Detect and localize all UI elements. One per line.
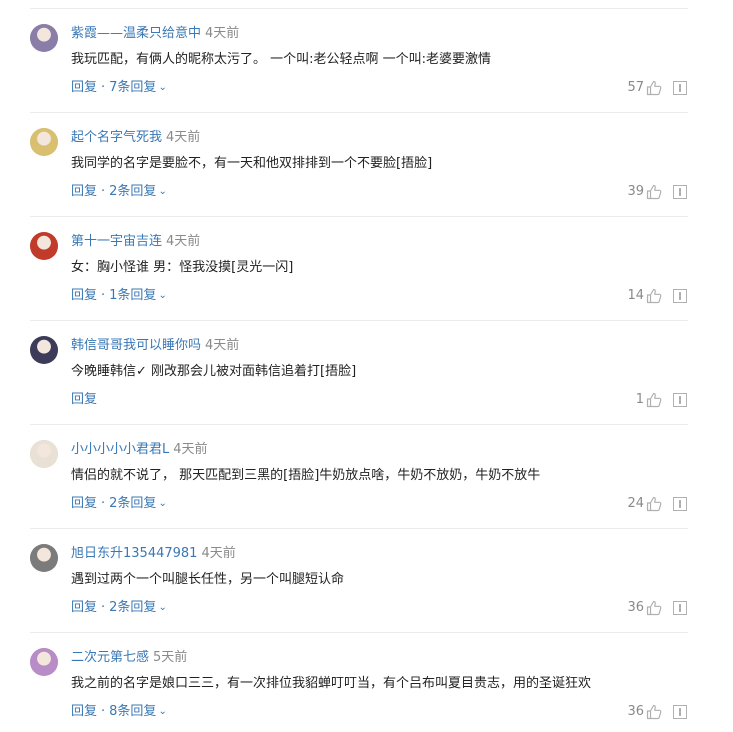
expand-replies-button[interactable]: 1条回复 ⌄ (109, 288, 167, 303)
chevron-down-icon: ⌄ (158, 186, 167, 197)
avatar-image (30, 128, 58, 156)
comment-text: 女：胸小怪谁 男：怪我没摸[灵光一闪] (71, 260, 294, 275)
chevron-down-icon: ⌄ (158, 706, 167, 717)
comment-item: 第十一宇宙吉连 4天前 女：胸小怪谁 男：怪我没摸[灵光一闪] 回复 · 1条回复 ⌄ … (0, 217, 733, 321)
reply-button[interactable]: 回复 (71, 600, 97, 615)
timestamp: 4天前 (205, 338, 240, 353)
reply-button[interactable]: 回复 (71, 392, 97, 407)
thumbs-up-icon[interactable] (646, 80, 662, 96)
timestamp: 4天前 (201, 546, 236, 561)
comment-item: 旭日东升135447981 4天前 遇到过两个一个叫腿长任性，另一个叫腿短认命 回… (0, 529, 733, 633)
comment-list: 紫霞——温柔只给意中 4天前 我玩匹配，有俩人的昵称太污了。 一个叫:老公轻点啊 … (0, 0, 733, 732)
separator-dot: · (101, 600, 106, 615)
separator-dot: · (101, 80, 106, 95)
thumbs-up-icon[interactable] (646, 392, 662, 408)
like-count: 36 (627, 600, 644, 615)
comment-item: 小小小小小君君L 4天前 情侣的就不说了， 那天匹配到三黑的[捂脸]牛奶放点啥，牛… (0, 425, 733, 529)
comment-text: 遇到过两个一个叫腿长任性，另一个叫腿短认命 (71, 572, 345, 587)
reply-button[interactable]: 回复 (71, 288, 97, 303)
avatar-image (30, 232, 58, 260)
timestamp: 4天前 (166, 234, 201, 249)
reply-button[interactable]: 回复 (71, 496, 97, 511)
username[interactable]: 紫霞——温柔只给意中 (71, 26, 201, 41)
chevron-down-icon: ⌄ (158, 290, 167, 301)
reply-button[interactable]: 回复 (71, 704, 97, 719)
username[interactable]: 起个名字气死我 (71, 130, 162, 145)
comment-text: 情侣的就不说了， 那天匹配到三黑的[捂脸]牛奶放点啥，牛奶不放奶，牛奶不放牛 (71, 468, 541, 483)
comment-text: 我之前的名字是娘口三三，有一次排位我貂蝉叮叮当，有个吕布叫夏目贵志，用的圣诞狂欢 (71, 676, 592, 691)
avatar[interactable] (30, 544, 58, 572)
report-icon[interactable] (673, 185, 687, 199)
report-icon[interactable] (673, 289, 687, 303)
comment-text: 我同学的名字是要脸不，有一天和他双排排到一个不要脸[捂脸] (71, 156, 433, 171)
expand-replies-button[interactable]: 2条回复 ⌄ (109, 184, 167, 199)
avatar-image (30, 648, 58, 676)
report-icon[interactable] (673, 393, 687, 407)
avatar[interactable] (30, 24, 58, 52)
like-count: 57 (627, 80, 644, 95)
avatar-image (30, 336, 58, 364)
comment-text: 我玩匹配，有俩人的昵称太污了。 一个叫:老公轻点啊 一个叫:老婆要激情 (71, 52, 492, 67)
reply-button[interactable]: 回复 (71, 184, 97, 199)
separator-dot: · (101, 496, 106, 511)
report-icon[interactable] (673, 497, 687, 511)
username[interactable]: 二次元第七感 (71, 650, 149, 665)
expand-replies-label: 2条回复 (109, 600, 157, 615)
comment-item: 二次元第七感 5天前 我之前的名字是娘口三三，有一次排位我貂蝉叮叮当，有个吕布叫夏… (0, 633, 733, 732)
expand-replies-label: 1条回复 (109, 288, 157, 303)
like-count: 1 (635, 392, 644, 407)
username[interactable]: 旭日东升135447981 (71, 546, 197, 561)
avatar-image (30, 544, 58, 572)
like-count: 14 (627, 288, 644, 303)
expand-replies-button[interactable]: 2条回复 ⌄ (109, 600, 167, 615)
avatar[interactable] (30, 648, 58, 676)
expand-replies-label: 2条回复 (109, 184, 157, 199)
timestamp: 4天前 (205, 26, 240, 41)
like-count: 39 (627, 184, 644, 199)
comment-text: 今晚睡韩信✓ 刚改那会儿被对面韩信追着打[捂脸] (71, 364, 357, 379)
expand-replies-button[interactable]: 7条回复 ⌄ (109, 80, 167, 95)
timestamp: 4天前 (173, 442, 208, 457)
timestamp: 4天前 (166, 130, 201, 145)
username[interactable]: 第十一宇宙吉连 (71, 234, 162, 249)
thumbs-up-icon[interactable] (646, 184, 662, 200)
reply-button[interactable]: 回复 (71, 80, 97, 95)
report-icon[interactable] (673, 81, 687, 95)
expand-replies-button[interactable]: 2条回复 ⌄ (109, 496, 167, 511)
separator-dot: · (101, 704, 106, 719)
avatar-image (30, 24, 58, 52)
thumbs-up-icon[interactable] (646, 704, 662, 720)
avatar[interactable] (30, 128, 58, 156)
separator-dot: · (101, 184, 106, 199)
expand-replies-button[interactable]: 8条回复 ⌄ (109, 704, 167, 719)
avatar[interactable] (30, 232, 58, 260)
timestamp: 5天前 (153, 650, 188, 665)
chevron-down-icon: ⌄ (158, 82, 167, 93)
username[interactable]: 韩信哥哥我可以睡你吗 (71, 338, 201, 353)
separator-dot: · (101, 288, 106, 303)
thumbs-up-icon[interactable] (646, 288, 662, 304)
username[interactable]: 小小小小小君君L (71, 442, 169, 457)
like-count: 36 (627, 704, 644, 719)
report-icon[interactable] (673, 601, 687, 615)
like-count: 24 (627, 496, 644, 511)
chevron-down-icon: ⌄ (158, 602, 167, 613)
report-icon[interactable] (673, 705, 687, 719)
comment-item: 紫霞——温柔只给意中 4天前 我玩匹配，有俩人的昵称太污了。 一个叫:老公轻点啊 … (0, 9, 733, 113)
expand-replies-label: 7条回复 (109, 80, 157, 95)
chevron-down-icon: ⌄ (158, 498, 167, 509)
thumbs-up-icon[interactable] (646, 496, 662, 512)
thumbs-up-icon[interactable] (646, 600, 662, 616)
expand-replies-label: 8条回复 (109, 704, 157, 719)
expand-replies-label: 2条回复 (109, 496, 157, 511)
avatar-image (30, 440, 58, 468)
comment-item: 起个名字气死我 4天前 我同学的名字是要脸不，有一天和他双排排到一个不要脸[捂脸]… (0, 113, 733, 217)
avatar[interactable] (30, 440, 58, 468)
comment-item: 韩信哥哥我可以睡你吗 4天前 今晚睡韩信✓ 刚改那会儿被对面韩信追着打[捂脸] 回… (0, 321, 733, 425)
avatar[interactable] (30, 336, 58, 364)
